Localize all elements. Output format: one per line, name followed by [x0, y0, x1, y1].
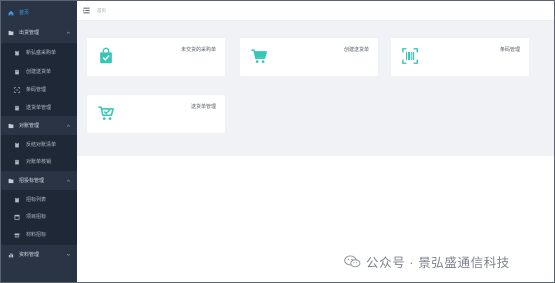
watermark-text: 公众号 · 景弘盛通信科技: [366, 255, 510, 270]
sidebar-item-project-bidding[interactable]: 项目招标: [1, 207, 77, 227]
sidebar-item-label: 首页: [19, 9, 30, 16]
watermark: 公众号 · 景弘盛通信科技: [344, 253, 510, 270]
calendar-icon: [12, 212, 22, 222]
wechat-icon: [344, 255, 361, 267]
sidebar-item-material-bidding[interactable]: 材料招标: [1, 225, 77, 245]
document-icon: [12, 103, 22, 113]
barcode-scan-icon: [402, 48, 418, 64]
card-title: 条码管理: [499, 47, 520, 53]
sidebar-item-label: 创建送货单: [26, 68, 52, 75]
sidebar-group-label: 资料管理: [19, 251, 40, 258]
sidebar-item-label: 项目招标: [26, 213, 47, 220]
sidebar-group-label: 招投标管理: [19, 177, 45, 184]
chevron-up-icon: [66, 179, 71, 182]
chart-icon: [6, 250, 16, 260]
folder-icon: [6, 121, 16, 131]
card-title: 创建送货单: [343, 47, 369, 53]
folder-icon: [6, 28, 16, 38]
gift-icon: [12, 230, 22, 240]
card-undelivered-po[interactable]: 未交货的采购单: [87, 38, 225, 76]
home-icon: [6, 8, 16, 18]
sidebar-item-label: 反结对账清单: [26, 141, 57, 148]
sidebar-group-label: 出货管理: [19, 29, 40, 36]
sidebar: 首页 出货管理 新弘盛采购单 创建送货单 条码管理 送货单管理 对账管理 反结对…: [1, 1, 77, 282]
document-icon: [12, 67, 22, 77]
sidebar-item-label: 送货单管理: [26, 104, 52, 111]
chevron-down-icon: [66, 253, 71, 256]
breadcrumb[interactable]: 首页: [97, 8, 106, 14]
sidebar-item-home[interactable]: 首页: [1, 3, 77, 23]
document-icon: [12, 157, 22, 167]
sidebar-item-delivery-management[interactable]: 送货单管理: [1, 98, 77, 118]
sidebar-item-create-delivery[interactable]: 创建送货单: [1, 62, 77, 82]
card-title: 未交货的采购单: [180, 47, 216, 53]
clipboard-icon: [12, 48, 22, 58]
main-content: 未交货的采购单 创建送货单 条码管理 送货单管理: [77, 21, 554, 156]
folder-icon: [6, 176, 16, 186]
menu-toggle-icon[interactable]: [83, 7, 90, 14]
scan-icon: [12, 85, 22, 95]
chevron-up-icon: [66, 31, 71, 34]
shopping-cart-icon: [251, 49, 267, 63]
shopping-bag-check-icon: [100, 47, 112, 64]
sidebar-item-purchase-orders[interactable]: 新弘盛采购单: [1, 43, 77, 63]
chevron-up-icon: [66, 124, 71, 127]
clipboard-icon: [12, 140, 22, 150]
clipboard-icon: [12, 195, 22, 205]
sidebar-group-reconciliation[interactable]: 对账管理: [1, 116, 77, 136]
card-delivery-management[interactable]: 送货单管理: [87, 95, 225, 133]
cart-check-icon: [98, 106, 114, 120]
sidebar-group-shipping[interactable]: 出货管理: [1, 23, 77, 43]
sidebar-group-bidding[interactable]: 招投标管理: [1, 171, 77, 191]
sidebar-item-label: 招标列表: [26, 196, 47, 203]
card-title: 送货单管理: [190, 104, 216, 110]
sidebar-item-barcode[interactable]: 条码管理: [1, 80, 77, 100]
sidebar-group-documents[interactable]: 资料管理: [1, 245, 77, 265]
sidebar-item-label: 对账单核销: [26, 158, 52, 165]
card-barcode-management[interactable]: 条码管理: [391, 38, 529, 76]
card-create-delivery[interactable]: 创建送货单: [240, 38, 378, 76]
sidebar-item-label: 条码管理: [26, 86, 47, 93]
sidebar-group-label: 对账管理: [19, 122, 40, 129]
sidebar-item-label: 新弘盛采购单: [26, 49, 57, 56]
topbar: 首页: [77, 1, 554, 21]
sidebar-item-label: 材料招标: [26, 231, 47, 238]
sidebar-item-statement-writeoff[interactable]: 对账单核销: [1, 152, 77, 172]
